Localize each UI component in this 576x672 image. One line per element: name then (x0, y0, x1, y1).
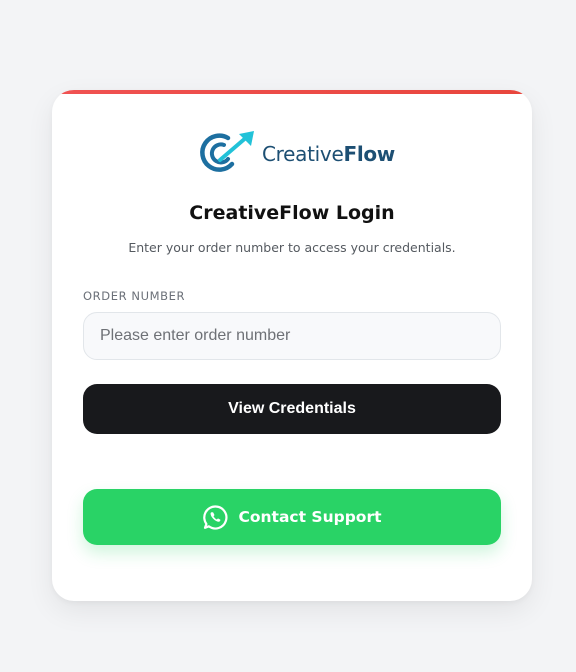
brand-logo: CreativeFlow (198, 130, 395, 174)
view-credentials-button[interactable]: View Credentials (83, 384, 501, 434)
page-subtitle: Enter your order number to access your c… (128, 240, 456, 255)
creativeflow-logo-icon (198, 130, 256, 174)
page-title: CreativeFlow Login (189, 202, 395, 224)
accent-bar (52, 90, 532, 94)
brand-name-bold: Flow (343, 142, 395, 166)
brand-name: CreativeFlow (262, 142, 395, 166)
contact-support-label: Contact Support (238, 508, 382, 526)
contact-support-button[interactable]: Contact Support (83, 489, 501, 545)
login-card: CreativeFlow CreativeFlow Login Enter yo… (52, 90, 532, 601)
order-number-input[interactable] (83, 312, 501, 360)
whatsapp-icon (202, 504, 229, 531)
order-number-label: ORDER NUMBER (83, 289, 186, 303)
brand-name-light: Creative (262, 142, 344, 166)
